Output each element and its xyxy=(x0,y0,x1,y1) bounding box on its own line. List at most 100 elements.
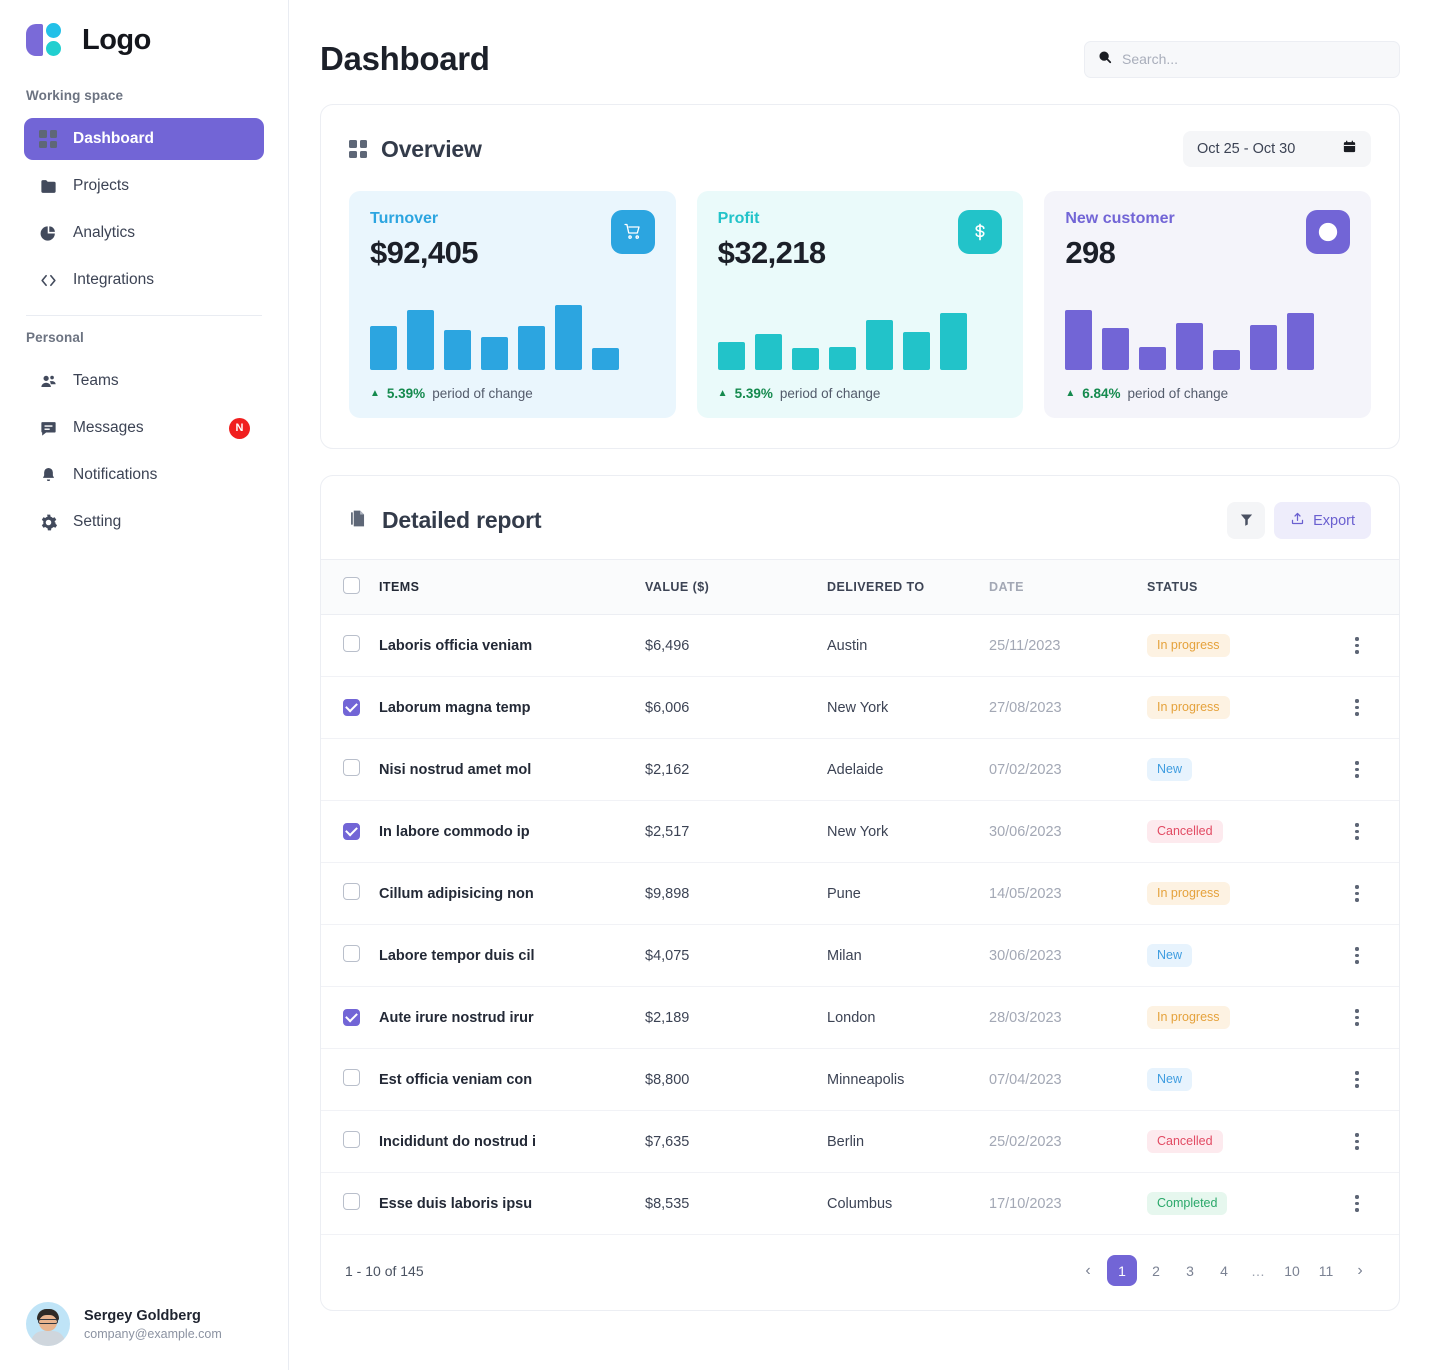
document-icon xyxy=(349,508,368,534)
pagination-page-1[interactable]: 1 xyxy=(1107,1255,1137,1286)
cell-status: In progress xyxy=(1147,987,1315,1049)
pagination-next[interactable]: › xyxy=(1345,1255,1375,1286)
code-icon xyxy=(38,270,58,290)
dollar-icon[interactable] xyxy=(958,210,1002,254)
overview-card: Overview Oct 25 - Oct 30 Turnover $92,40… xyxy=(320,104,1400,449)
sidebar-item-teams[interactable]: Teams xyxy=(24,360,264,402)
pagination-page-4[interactable]: 4 xyxy=(1209,1255,1239,1286)
cell-date: 25/11/2023 xyxy=(989,615,1147,677)
delta-text: period of change xyxy=(432,386,533,401)
date-range-picker[interactable]: Oct 25 - Oct 30 xyxy=(1183,131,1371,167)
cart-icon[interactable] xyxy=(611,210,655,254)
date-range-label: Oct 25 - Oct 30 xyxy=(1197,141,1295,157)
message-icon xyxy=(38,418,58,438)
table-row[interactable]: In labore commodo ip$2,517New York30/06/… xyxy=(321,801,1399,863)
row-select-cell xyxy=(321,1173,379,1235)
cell-status: New xyxy=(1147,1049,1315,1111)
bar-3 xyxy=(444,330,471,370)
filter-button[interactable] xyxy=(1227,502,1265,539)
stat-bars xyxy=(718,302,1003,370)
column-header-value[interactable]: VALUE ($) xyxy=(645,560,827,615)
row-checkbox[interactable] xyxy=(343,635,360,652)
stat-card-turnover: Turnover $92,405 ▲ 5.39% period of chang… xyxy=(349,191,676,418)
export-label: Export xyxy=(1313,513,1355,529)
table-header-row: ITEMS VALUE ($) DELIVERED TO DATE STATUS xyxy=(321,560,1399,615)
bar-5 xyxy=(518,326,545,370)
delta-percent: 5.39% xyxy=(387,386,425,401)
sidebar-item-integrations[interactable]: Integrations xyxy=(24,259,264,301)
column-header-items[interactable]: ITEMS xyxy=(379,560,645,615)
row-menu-icon[interactable] xyxy=(1315,699,1399,715)
column-header-date[interactable]: DATE xyxy=(989,560,1147,615)
table-row[interactable]: Laborum magna temp$6,006New York27/08/20… xyxy=(321,677,1399,739)
delta-text: period of change xyxy=(780,386,881,401)
cell-actions xyxy=(1315,1111,1399,1173)
pagination-page-11[interactable]: 11 xyxy=(1311,1255,1341,1286)
row-menu-icon[interactable] xyxy=(1315,761,1399,777)
pagination: 1 - 10 of 145 ‹1234…1011› xyxy=(321,1235,1399,1310)
sidebar-item-projects[interactable]: Projects xyxy=(24,165,264,207)
bar-7 xyxy=(940,313,967,370)
cell-date: 14/05/2023 xyxy=(989,863,1147,925)
sidebar-item-setting[interactable]: Setting xyxy=(24,501,264,543)
row-checkbox[interactable] xyxy=(343,1009,360,1026)
table-row[interactable]: Labore tempor duis cil$4,075Milan30/06/2… xyxy=(321,925,1399,987)
delta-percent: 5.39% xyxy=(735,386,773,401)
sidebar-item-label: Projects xyxy=(73,177,129,195)
pagination-page-3[interactable]: 3 xyxy=(1175,1255,1205,1286)
table-row[interactable]: Cillum adipisicing non$9,898Pune14/05/20… xyxy=(321,863,1399,925)
search-box[interactable] xyxy=(1084,41,1400,78)
pagination-page-10[interactable]: 10 xyxy=(1277,1255,1307,1286)
column-header-delivered-to[interactable]: DELIVERED TO xyxy=(827,560,989,615)
row-menu-icon[interactable] xyxy=(1315,1071,1399,1087)
cell-delivered-to: Adelaide xyxy=(827,739,989,801)
logo[interactable]: Logo xyxy=(0,0,288,62)
table-row[interactable]: Incididunt do nostrud i$7,635Berlin25/02… xyxy=(321,1111,1399,1173)
table-row[interactable]: Laboris officia veniam$6,496Austin25/11/… xyxy=(321,615,1399,677)
row-checkbox[interactable] xyxy=(343,759,360,776)
table-row[interactable]: Est officia veniam con$8,800Minneapolis0… xyxy=(321,1049,1399,1111)
row-menu-icon[interactable] xyxy=(1315,1195,1399,1211)
pagination-page-2[interactable]: 2 xyxy=(1141,1255,1171,1286)
row-menu-icon[interactable] xyxy=(1315,1009,1399,1025)
export-button[interactable]: Export xyxy=(1274,502,1371,539)
cell-status: In progress xyxy=(1147,863,1315,925)
row-checkbox[interactable] xyxy=(343,1069,360,1086)
cell-item: Incididunt do nostrud i xyxy=(379,1111,645,1173)
cell-value: $9,898 xyxy=(645,863,827,925)
row-checkbox[interactable] xyxy=(343,945,360,962)
search-input[interactable] xyxy=(1122,51,1386,67)
table-row[interactable]: Aute irure nostrud irur$2,189London28/03… xyxy=(321,987,1399,1049)
select-all-checkbox[interactable] xyxy=(343,577,360,594)
cell-actions xyxy=(1315,1049,1399,1111)
table-row[interactable]: Nisi nostrud amet mol$2,162Adelaide07/02… xyxy=(321,739,1399,801)
row-menu-icon[interactable] xyxy=(1315,637,1399,653)
profile[interactable]: Sergey Goldberg company@example.com xyxy=(0,1302,222,1346)
pagination-prev[interactable]: ‹ xyxy=(1073,1255,1103,1286)
row-checkbox[interactable] xyxy=(343,1193,360,1210)
row-checkbox[interactable] xyxy=(343,699,360,716)
row-menu-icon[interactable] xyxy=(1315,823,1399,839)
stat-delta: ▲ 5.39% period of change xyxy=(718,386,1003,401)
row-checkbox[interactable] xyxy=(343,883,360,900)
sidebar-item-dashboard[interactable]: Dashboard xyxy=(24,118,264,160)
bar-4 xyxy=(481,337,508,370)
row-menu-icon[interactable] xyxy=(1315,947,1399,963)
row-menu-icon[interactable] xyxy=(1315,885,1399,901)
table-row[interactable]: Esse duis laboris ipsu$8,535Columbus17/1… xyxy=(321,1173,1399,1235)
user-circle-icon[interactable] xyxy=(1306,210,1350,254)
cell-date: 30/06/2023 xyxy=(989,801,1147,863)
cell-delivered-to: New York xyxy=(827,801,989,863)
column-header-status[interactable]: STATUS xyxy=(1147,560,1315,615)
cell-status: In progress xyxy=(1147,677,1315,739)
sidebar-item-analytics[interactable]: Analytics xyxy=(24,212,264,254)
row-checkbox[interactable] xyxy=(343,823,360,840)
row-select-cell xyxy=(321,925,379,987)
stat-card-profit: Profit $32,218 ▲ 5.39% period of change xyxy=(697,191,1024,418)
sidebar-item-messages[interactable]: Messages N xyxy=(24,407,264,449)
sidebar-item-notifications[interactable]: Notifications xyxy=(24,454,264,496)
row-menu-icon[interactable] xyxy=(1315,1133,1399,1149)
bar-3 xyxy=(792,348,819,370)
row-checkbox[interactable] xyxy=(343,1131,360,1148)
bar-7 xyxy=(1287,313,1314,370)
